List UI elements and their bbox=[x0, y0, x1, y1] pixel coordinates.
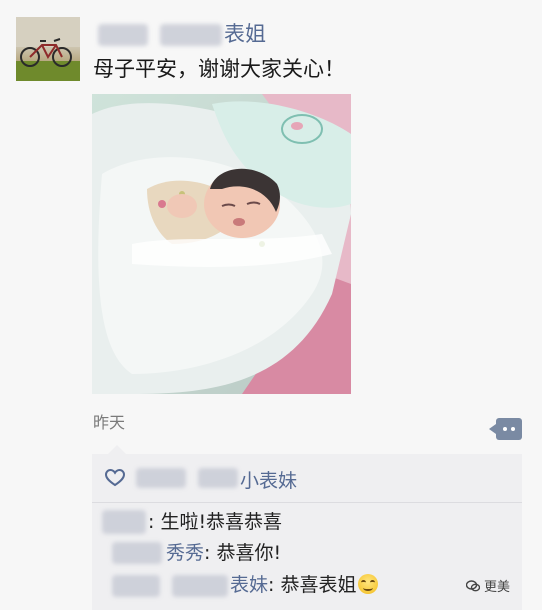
comment-line: 表妹: 恭喜表姐 bbox=[230, 572, 379, 598]
wechat-logo-icon bbox=[466, 580, 480, 592]
comment-line: 秀秀: 恭喜你! bbox=[166, 540, 281, 566]
likes-row: 小表妹 bbox=[92, 454, 522, 503]
comment-author[interactable]: 表妹 bbox=[230, 574, 268, 596]
like-user-name[interactable]: 小表妹 bbox=[240, 466, 297, 493]
post-photo[interactable] bbox=[92, 94, 351, 394]
watermark: 更美 bbox=[466, 576, 510, 595]
blurred-name-part bbox=[136, 468, 186, 488]
post-text: 母子平安，谢谢大家关心！ bbox=[93, 57, 345, 81]
blurred-name-part bbox=[112, 542, 162, 564]
blurred-name-part bbox=[98, 24, 148, 46]
blurred-name-part bbox=[172, 575, 228, 597]
comment-line: : 生啦!恭喜恭喜 bbox=[148, 509, 282, 535]
bicycle-photo bbox=[16, 17, 80, 81]
baby-photo-illustration bbox=[92, 94, 351, 394]
dot bbox=[503, 427, 507, 431]
comment-text: : 恭喜表姐 bbox=[268, 574, 357, 596]
comment-bubble-icon[interactable] bbox=[489, 418, 522, 440]
blurred-name-part bbox=[160, 24, 222, 46]
comment-text: : 恭喜你! bbox=[204, 542, 282, 564]
post-timestamp: 昨天 bbox=[93, 413, 126, 432]
blurred-name-part bbox=[198, 468, 238, 488]
comment-author[interactable]: 秀秀 bbox=[166, 542, 204, 564]
author-name[interactable]: 表姐 bbox=[224, 20, 266, 48]
blurred-name-part bbox=[112, 575, 160, 597]
blurred-name-part bbox=[102, 510, 146, 534]
smile-emoji-icon bbox=[358, 574, 379, 594]
heart-icon bbox=[105, 469, 125, 487]
comment-text: : 生啦!恭喜恭喜 bbox=[148, 511, 283, 533]
author-avatar[interactable] bbox=[16, 17, 80, 81]
dot bbox=[511, 427, 515, 431]
interaction-panel: 小表妹 : 生啦!恭喜恭喜 秀秀: 恭喜你! 表妹: 恭喜表姐 bbox=[92, 445, 522, 610]
watermark-label: 更美 bbox=[484, 580, 511, 595]
